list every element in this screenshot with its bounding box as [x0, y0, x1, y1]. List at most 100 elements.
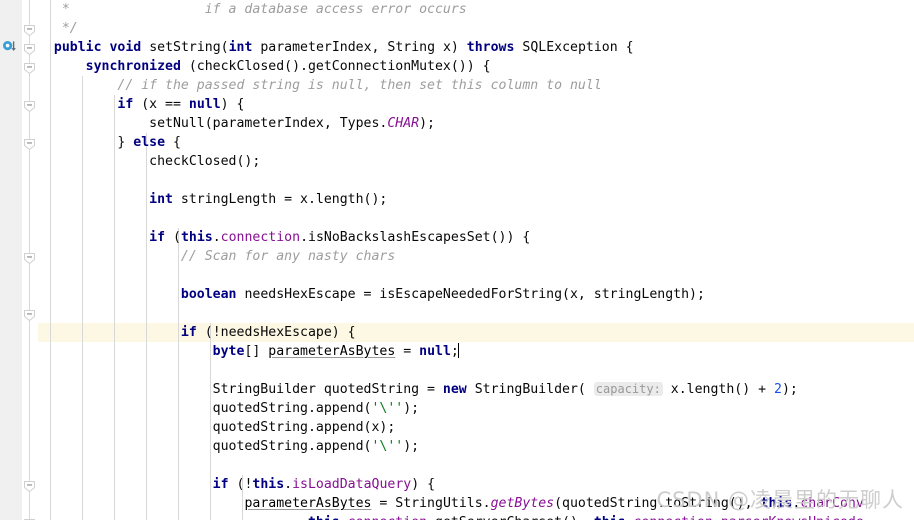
code-line[interactable]: } else { [38, 133, 914, 152]
code-line[interactable]: quotedString.append(x); [38, 418, 914, 437]
fold-expand-icon[interactable] [23, 136, 36, 151]
code-token: (checkClosed().getConnectionMutex()) { [180, 59, 491, 74]
code-line[interactable]: quotedString.append('\''); [38, 399, 914, 418]
implementing-method-icon[interactable] [2, 39, 19, 56]
code-line[interactable]: setNull(parameterIndex, Types.CHAR); [38, 114, 914, 133]
code-line[interactable]: parameterAsBytes = StringUtils.getBytes(… [38, 494, 914, 513]
code-token: CHAR [387, 116, 420, 131]
code-token: checkClosed(); [38, 154, 261, 169]
code-token: .getServerCharset(), [427, 515, 594, 520]
code-token: else [133, 135, 166, 150]
code-token: setNull(parameterIndex, Types. [38, 116, 388, 131]
code-token: connection [348, 515, 427, 520]
code-token: .isNoBackslashEscapesSet()) { [300, 230, 531, 245]
fold-collapse-icon[interactable] [23, 307, 36, 322]
fold-collapse-icon[interactable] [23, 98, 36, 113]
code-line[interactable]: checkClosed(); [38, 152, 914, 171]
code-token: (!needsHexEscape) { [196, 325, 356, 340]
code-token: StringBuilder quotedString = [38, 382, 443, 397]
fold-collapse-icon[interactable] [23, 516, 36, 520]
code-line[interactable]: public void setString(int parameterIndex… [38, 38, 914, 57]
code-token: setString( [141, 40, 229, 55]
editor-gutter[interactable] [0, 0, 22, 520]
fold-collapse-icon[interactable] [23, 250, 36, 265]
code-token: '\'' [371, 439, 404, 454]
code-line[interactable]: boolean needsHexEscape = isEscapeNeededF… [38, 285, 914, 304]
code-token: StringBuilder( [466, 382, 594, 397]
code-token: ) { [411, 477, 436, 492]
code-token: '\'' [371, 401, 404, 416]
code-token: this [594, 515, 626, 520]
code-token: . [340, 515, 348, 520]
code-line[interactable]: byte[] parameterAsBytes = null; [38, 342, 914, 361]
code-line[interactable]: int stringLength = x.length(); [38, 190, 914, 209]
code-line[interactable]: // if the passed string is null, then se… [38, 76, 914, 95]
fold-collapse-icon[interactable] [23, 60, 36, 75]
code-line[interactable]: quotedString.append('\''); [38, 437, 914, 456]
code-line[interactable] [38, 456, 914, 475]
code-token: getBytes [490, 496, 555, 511]
code-token: = StringUtils. [371, 496, 491, 511]
code-token: if a database access error occurs [204, 2, 467, 17]
code-line[interactable]: StringBuilder quotedString = new StringB… [38, 380, 914, 399]
code-surface[interactable]: * if a database access error occurs */ p… [38, 0, 914, 520]
code-token: throws [466, 40, 515, 55]
code-line[interactable] [38, 266, 914, 285]
code-token: // Scan for any nasty chars [180, 249, 396, 264]
code-token: quotedString.append(x); [38, 420, 396, 435]
code-token: new [442, 382, 467, 397]
code-line[interactable]: if (this.connection.isNoBackslashEscapes… [38, 228, 914, 247]
code-token: (! [228, 477, 253, 492]
code-token: public [53, 40, 102, 55]
fold-collapse-icon[interactable] [23, 41, 36, 56]
fold-collapse-icon[interactable] [23, 478, 36, 493]
code-token: 2 [773, 382, 782, 397]
code-line[interactable]: synchronized (checkClosed().getConnectio… [38, 57, 914, 76]
code-token: SQLException { [514, 40, 634, 55]
code-token: ( [165, 230, 181, 245]
code-folding-strip[interactable] [22, 0, 38, 520]
code-line[interactable]: if (x == null) { [38, 95, 914, 114]
code-text[interactable]: * if a database access error occurs */ p… [38, 0, 914, 520]
code-token: ); [403, 439, 420, 454]
code-line[interactable]: * if a database access error occurs [38, 0, 914, 19]
code-line[interactable]: this.connection.getServerCharset(), this… [38, 513, 914, 520]
code-line[interactable]: if (!needsHexEscape) { [38, 323, 914, 342]
code-editor[interactable]: * if a database access error occurs */ p… [0, 0, 914, 520]
code-token: if [149, 230, 166, 245]
fold-collapse-icon[interactable] [23, 22, 36, 37]
code-token: isLoadDataQuery [292, 477, 412, 492]
code-token: */ [38, 21, 78, 36]
code-line[interactable]: if (!this.isLoadDataQuery) { [38, 475, 914, 494]
code-line[interactable] [38, 304, 914, 323]
code-token: . [626, 515, 634, 520]
code-token: . [212, 230, 221, 245]
code-line[interactable]: // Scan for any nasty chars [38, 247, 914, 266]
code-token: (x == [133, 97, 189, 112]
code-token: . [284, 477, 293, 492]
code-line[interactable] [38, 209, 914, 228]
code-line[interactable]: */ [38, 19, 914, 38]
code-token: { [165, 135, 181, 150]
code-token: this [180, 230, 213, 245]
gutter-icon-layer[interactable] [0, 0, 22, 520]
code-line[interactable] [38, 361, 914, 380]
code-line[interactable] [38, 171, 914, 190]
code-token: parameterAsBytes [268, 344, 396, 359]
code-token: int [228, 40, 253, 55]
code-token: this [760, 496, 793, 511]
code-token: . [713, 515, 721, 520]
code-token: quotedString.append( [38, 439, 372, 454]
code-token: if [117, 97, 134, 112]
code-token: if [180, 325, 197, 340]
code-token: null [188, 97, 221, 112]
code-token: stringLength = x.length(); [172, 192, 388, 207]
